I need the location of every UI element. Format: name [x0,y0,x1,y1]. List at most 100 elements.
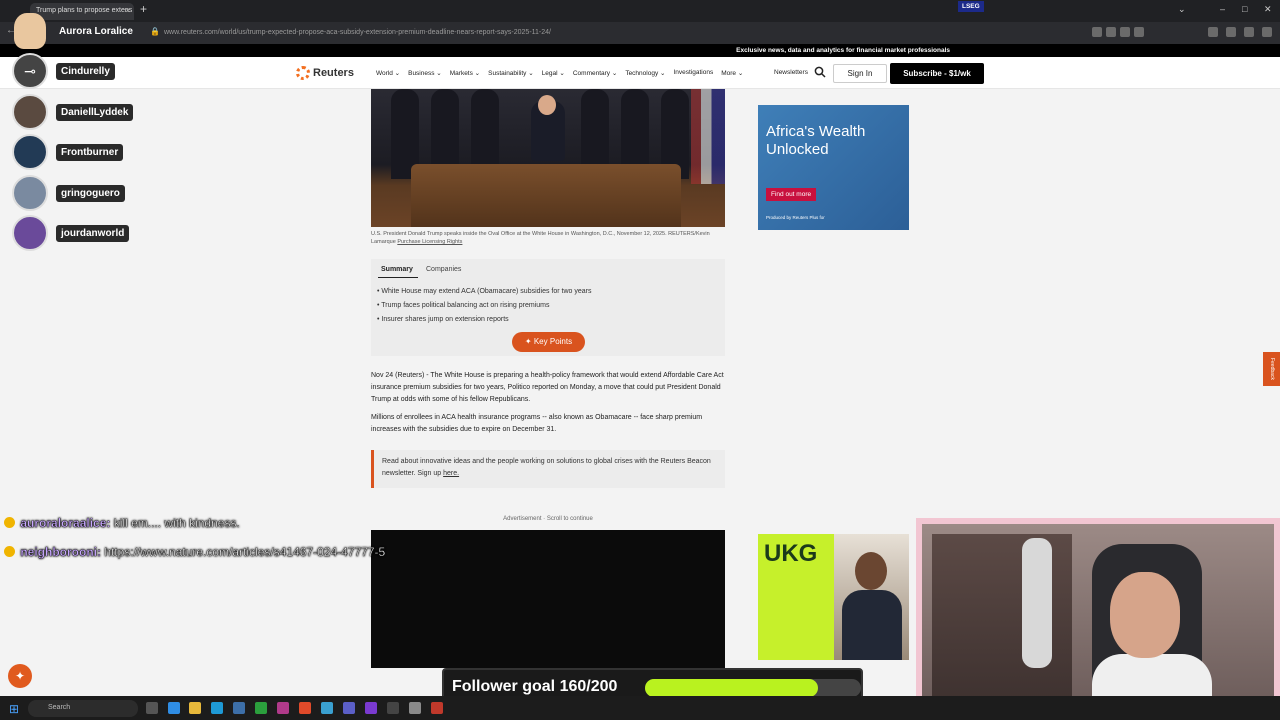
key-points-button[interactable]: ✦ Key Points [512,332,585,352]
video-advertisement[interactable] [371,530,725,668]
sub-badge-icon [4,546,15,557]
minimize-icon[interactable]: – [1220,4,1225,14]
chat-message: neighborooni: https://www.nature.com/art… [4,543,424,562]
avatar [12,94,48,130]
summary-bullet: • Insurer shares jump on extension repor… [377,316,509,323]
reuters-logo-icon [296,66,310,80]
beacon-signup-link[interactable]: here. [443,470,459,477]
task-view-icon[interactable] [146,702,158,714]
app-icon[interactable] [168,702,180,714]
app-icon[interactable] [321,702,333,714]
app-icon[interactable] [365,702,377,714]
brave-icon[interactable] [299,702,311,714]
sparkle-button[interactable]: ✦ [8,664,32,688]
nav-markets[interactable]: Markets ⌄ [450,69,480,77]
sign-in-button[interactable]: Sign In [833,64,887,83]
chat-message-user: neighborooni: [20,545,101,559]
avatar [12,175,48,211]
summary-bullet: • Trump faces political balancing act on… [377,302,550,309]
lseg-badge[interactable]: LSEG [958,1,984,12]
streamer-avatar [14,13,46,49]
promo-text[interactable]: Exclusive news, data and analytics for f… [736,47,950,54]
tab-summary[interactable]: Summary [381,266,413,273]
app-icon[interactable] [277,702,289,714]
app-icon[interactable] [255,702,267,714]
ukg-ad[interactable]: UKG [758,534,909,660]
app-icon[interactable] [387,702,399,714]
feedback-tab[interactable]: Feedback [1263,352,1280,386]
browser-tab[interactable]: Trump plans to propose extens × [30,3,134,20]
streamer-name: Aurora Loralice [59,26,133,37]
maximize-icon[interactable]: □ [1242,4,1247,14]
chat-user: DaniellLyddek [12,94,134,130]
close-window-icon[interactable]: ✕ [1264,4,1272,15]
chat-message: auroraloraalice: kill em.... with kindne… [4,516,240,530]
extension-icon[interactable] [1120,27,1130,37]
extension-icon[interactable] [1106,27,1116,37]
browser-tab-bar [0,0,1280,22]
bookmark-icon[interactable] [1134,27,1144,37]
reuters-logo[interactable]: Reuters [296,66,354,80]
africa-ad[interactable]: Africa's Wealth Unlocked Find out more P… [758,105,909,230]
find-out-more-button[interactable]: Find out more [766,188,817,201]
chat-username: gringoguero [56,184,125,202]
nav-technology[interactable]: Technology ⌄ [625,69,665,77]
tab-title: Trump plans to propose extens [36,7,133,14]
licensing-link[interactable]: Purchase Licensing Rights [397,239,462,245]
nav-sustainability[interactable]: Sustainability ⌄ [488,69,534,77]
menu-icon[interactable] [1262,27,1272,37]
subscribe-button[interactable]: Subscribe - $1/wk [890,63,984,84]
avatar [12,134,48,170]
main-nav: World ⌄ Business ⌄ Markets ⌄ Sustainabil… [376,69,743,77]
app-icon[interactable] [233,702,245,714]
promo-bar: Exclusive news, data and analytics for f… [0,44,1280,57]
avatar [12,215,48,251]
beacon-promo: Read about innovative ideas and the peop… [371,450,725,488]
extension-icon[interactable] [1208,27,1218,37]
active-tab-indicator [378,277,418,278]
extension-icon[interactable] [1226,27,1236,37]
chat-message-text: https://www.nature.com/articles/s41467-0… [104,545,386,559]
follower-goal-fill [645,679,818,697]
chat-username: DaniellLyddek [56,103,134,121]
extension-icon[interactable] [1092,27,1102,37]
africa-ad-title: Africa's Wealth Unlocked [766,123,866,158]
chat-user: jourdanworld [12,215,130,251]
new-tab-button[interactable]: + [140,2,147,16]
app-icon[interactable] [343,702,355,714]
app-icon[interactable] [431,702,443,714]
extension-icon[interactable] [1244,27,1254,37]
chat-user: gringoguero [12,175,125,211]
follower-goal-label: Follower goal 160/200 [452,678,618,695]
file-explorer-icon[interactable] [189,702,201,714]
taskbar-search[interactable]: Search [28,700,138,717]
logo-text: Reuters [313,67,354,79]
chat-user: ⊸ Cindurelly [12,53,115,89]
ukg-logo: UKG [764,540,818,567]
sub-badge-icon [4,517,15,528]
nav-commentary[interactable]: Commentary ⌄ [573,69,617,77]
lock-icon[interactable]: 🔒 [150,27,160,36]
tab-companies[interactable]: Companies [426,266,461,273]
chat-username: jourdanworld [56,224,130,242]
tab-list-icon[interactable]: ⌄ [1178,4,1186,15]
chat-message-user: auroraloraalice: [20,516,111,530]
url-field[interactable]: www.reuters.com/world/us/trump-expected-… [164,29,551,36]
chat-username: Cindurelly [56,62,115,80]
avatar: ⊸ [12,53,48,89]
tab-close-icon[interactable]: × [125,6,130,15]
nav-more[interactable]: More ⌄ [721,69,743,77]
chat-user: Frontburner [12,134,124,170]
nav-business[interactable]: Business ⌄ [408,69,442,77]
nav-world[interactable]: World ⌄ [376,69,400,77]
webcam-overlay [916,518,1280,720]
newsletters-link[interactable]: Newsletters [774,69,808,76]
summary-bullet: • White House may extend ACA (Obamacare)… [377,288,592,295]
windows-start-icon[interactable]: ⊞ [9,702,19,716]
nav-investigations[interactable]: Investigations [673,69,713,77]
nav-legal[interactable]: Legal ⌄ [542,69,565,77]
app-icon[interactable] [409,702,421,714]
search-icon[interactable] [814,66,826,78]
article-hero-image[interactable] [371,89,725,227]
edge-icon[interactable] [211,702,223,714]
